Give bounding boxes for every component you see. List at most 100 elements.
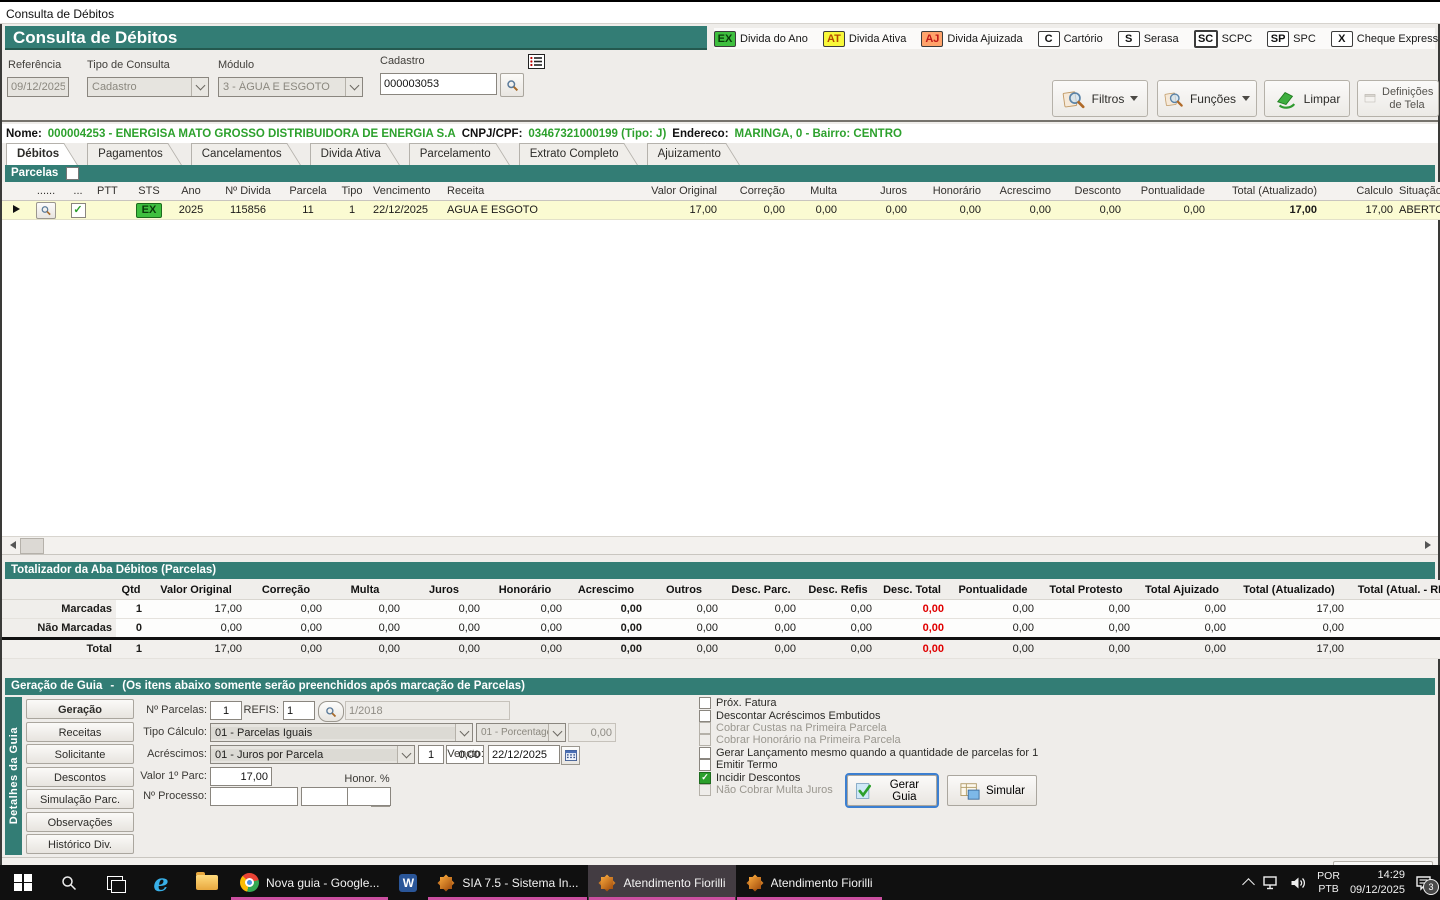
checkbox-prox-fatura[interactable]: Próx. Fatura: [699, 697, 1059, 709]
totalizador-column-header: Total (Atual. - REFIS): [1348, 580, 1440, 600]
valor-parc-input[interactable]: [210, 767, 272, 786]
taskbar-search-button[interactable]: [46, 865, 92, 900]
totalizador-cell: 0,00: [326, 619, 404, 639]
totalizador-cell: 0,00: [246, 600, 326, 619]
taskbar-item-atendimento-fiorilli[interactable]: Atendimento Fiorilli: [588, 865, 735, 900]
taskbar-item-nova-guia-google[interactable]: Nova guia - Google...: [230, 865, 389, 900]
row-cell: 0,00: [788, 201, 840, 220]
totalizador-title: Totalizador da Aba Débitos (Parcelas): [11, 564, 216, 576]
scrollbar-thumb[interactable]: [20, 538, 44, 554]
taskbar-item-atendimento-fiorilli[interactable]: Atendimento Fiorilli: [736, 865, 883, 900]
side-button-solicitante[interactable]: Solicitante: [26, 744, 134, 764]
totalizador-cell: 0,00: [566, 619, 646, 639]
detalhes-da-guia-strip: Detalhes da Guia: [5, 697, 22, 855]
refis-search-button[interactable]: [318, 701, 344, 722]
valor-parc-label: Valor 1º Parc:: [129, 770, 207, 782]
row-checkbox[interactable]: ✓: [71, 203, 86, 218]
legend-label: Cartório: [1064, 33, 1103, 45]
internet-explorer-button[interactable]: e: [138, 865, 184, 900]
modulo-value: 3 - ÁGUA E ESGOTO: [219, 81, 345, 93]
list-icon[interactable]: [528, 54, 545, 72]
tab-parcelamento[interactable]: Parcelamento: [409, 143, 493, 165]
horizontal-scrollbar[interactable]: [2, 536, 1438, 554]
honor-input[interactable]: [347, 787, 391, 806]
tab-label: Débitos: [17, 148, 59, 160]
grid-column-header: Honorário: [910, 182, 984, 201]
tray-chevron-icon[interactable]: [1242, 878, 1255, 891]
endereco-value: MARINGA, 0 - Bairro: CENTRO: [735, 128, 902, 140]
side-button-descontos[interactable]: Descontos: [26, 767, 134, 787]
tab-debitos[interactable]: Débitos: [6, 143, 61, 165]
status-legend: EX Divida do Ano AT Divida Ativa AJ Divi…: [714, 28, 1435, 49]
totalizador-cell: 0,00: [1038, 619, 1134, 639]
checkbox-box[interactable]: [699, 759, 711, 771]
tipo-calculo-select[interactable]: 01 - Parcelas Iguais: [210, 723, 473, 742]
simular-button[interactable]: Simular: [947, 775, 1037, 806]
filtros-button[interactable]: Filtros: [1052, 80, 1148, 117]
search-icon: [506, 79, 519, 92]
legend-label: Cheque Express: [1357, 33, 1438, 45]
calendar-icon: [565, 750, 577, 761]
side-button-geracao[interactable]: Geração: [26, 699, 134, 719]
clock[interactable]: 14:29 09/12/2025: [1350, 868, 1405, 897]
modulo-select: 3 - ÁGUA E ESGOTO: [218, 77, 363, 97]
side-button-observacoes[interactable]: Observações: [26, 812, 134, 832]
checkbox-box[interactable]: [699, 747, 711, 759]
table-row[interactable]: ✓ EX202511585611122/12/2025AGUA E ESGOTO…: [2, 201, 1440, 220]
vencto-input[interactable]: [488, 745, 560, 764]
funcoes-button[interactable]: Funções: [1157, 80, 1257, 117]
language-indicator[interactable]: POR PTB: [1317, 870, 1340, 895]
tab-divida-ativa[interactable]: Divida Ativa: [310, 143, 383, 165]
tab-ajuizamento[interactable]: Ajuizamento: [647, 143, 723, 165]
chrome-icon: [240, 873, 259, 892]
side-button-simulacao-parc[interactable]: Simulação Parc.: [26, 789, 134, 809]
file-explorer-button[interactable]: [184, 865, 230, 900]
checkbox-box[interactable]: [699, 697, 711, 709]
totalizador-cell: 0: [116, 619, 146, 639]
totalizador-cell: 17,00: [1348, 600, 1440, 619]
grid-column-header: ......: [30, 182, 62, 201]
scroll-left-button[interactable]: [4, 537, 21, 553]
start-button[interactable]: [0, 865, 46, 900]
checkbox-gerar-lancamento-mesmo-quando-a-quantidade-de-parcelas-for-1[interactable]: Gerar Lançamento mesmo quando a quantida…: [699, 747, 1059, 759]
scroll-right-button[interactable]: [1419, 537, 1436, 553]
task-view-button[interactable]: [92, 865, 138, 900]
taskbar-item-sia-7-5-sistema-in[interactable]: SIA 7.5 - Sistema In...: [427, 865, 588, 900]
side-button-receitas[interactable]: Receitas: [26, 722, 134, 742]
action-center-button[interactable]: 3: [1415, 875, 1432, 891]
checkbox-box[interactable]: [699, 710, 711, 722]
refis-input[interactable]: [283, 701, 315, 720]
side-button-historico-div[interactable]: Histórico Div.: [26, 834, 134, 854]
processo-input-1[interactable]: [210, 787, 298, 806]
entity-bar: Nome: 000004253 - ENERGISA MATO GROSSO D…: [2, 124, 1438, 144]
limpar-button[interactable]: Limpar: [1264, 80, 1350, 117]
definicoes-tela-button[interactable]: Definições de Tela: [1357, 80, 1439, 117]
totalizador-cell: 17,00: [1230, 600, 1348, 619]
vencto-calendar-button[interactable]: [561, 746, 580, 765]
totalizador-cell: 0,00: [146, 619, 246, 639]
gerar-guia-button[interactable]: Gerar Guia: [847, 775, 937, 806]
acrescimos-select[interactable]: 01 - Juros por Parcela: [210, 745, 415, 764]
tab-cancelamentos[interactable]: Cancelamentos: [191, 143, 284, 165]
search-icon: [61, 875, 77, 891]
chevron-down-icon: [1242, 96, 1250, 101]
checkbox-emitir-termo[interactable]: Emitir Termo: [699, 759, 1059, 771]
legend-label: SPC: [1293, 33, 1316, 45]
checkbox-descontar-acrescimos-embutidos[interactable]: Descontar Acréscimos Embutidos: [699, 709, 1059, 721]
cadastro-search-button[interactable]: [500, 73, 524, 97]
speaker-icon[interactable]: [1290, 876, 1307, 890]
checkbox-box[interactable]: ✓: [699, 772, 711, 784]
legend-item-ex: EX Divida do Ano: [714, 31, 808, 47]
checkbox-box: [699, 784, 711, 796]
cadastro-input[interactable]: [380, 73, 497, 95]
parcelas-checkbox[interactable]: [66, 167, 79, 180]
row-cell: 0,00: [1124, 201, 1208, 220]
totalizador-column-header: Desc. Total: [876, 580, 948, 600]
grid-column-header: Valor Original: [602, 182, 720, 201]
tab-extrato-completo[interactable]: Extrato Completo: [519, 143, 621, 165]
network-icon[interactable]: [1263, 876, 1280, 890]
tab-pagamentos[interactable]: Pagamentos: [87, 143, 165, 165]
row-search-button[interactable]: [36, 202, 56, 219]
taskbar-item-word[interactable]: W: [389, 865, 427, 900]
referencia-input: [7, 77, 69, 97]
